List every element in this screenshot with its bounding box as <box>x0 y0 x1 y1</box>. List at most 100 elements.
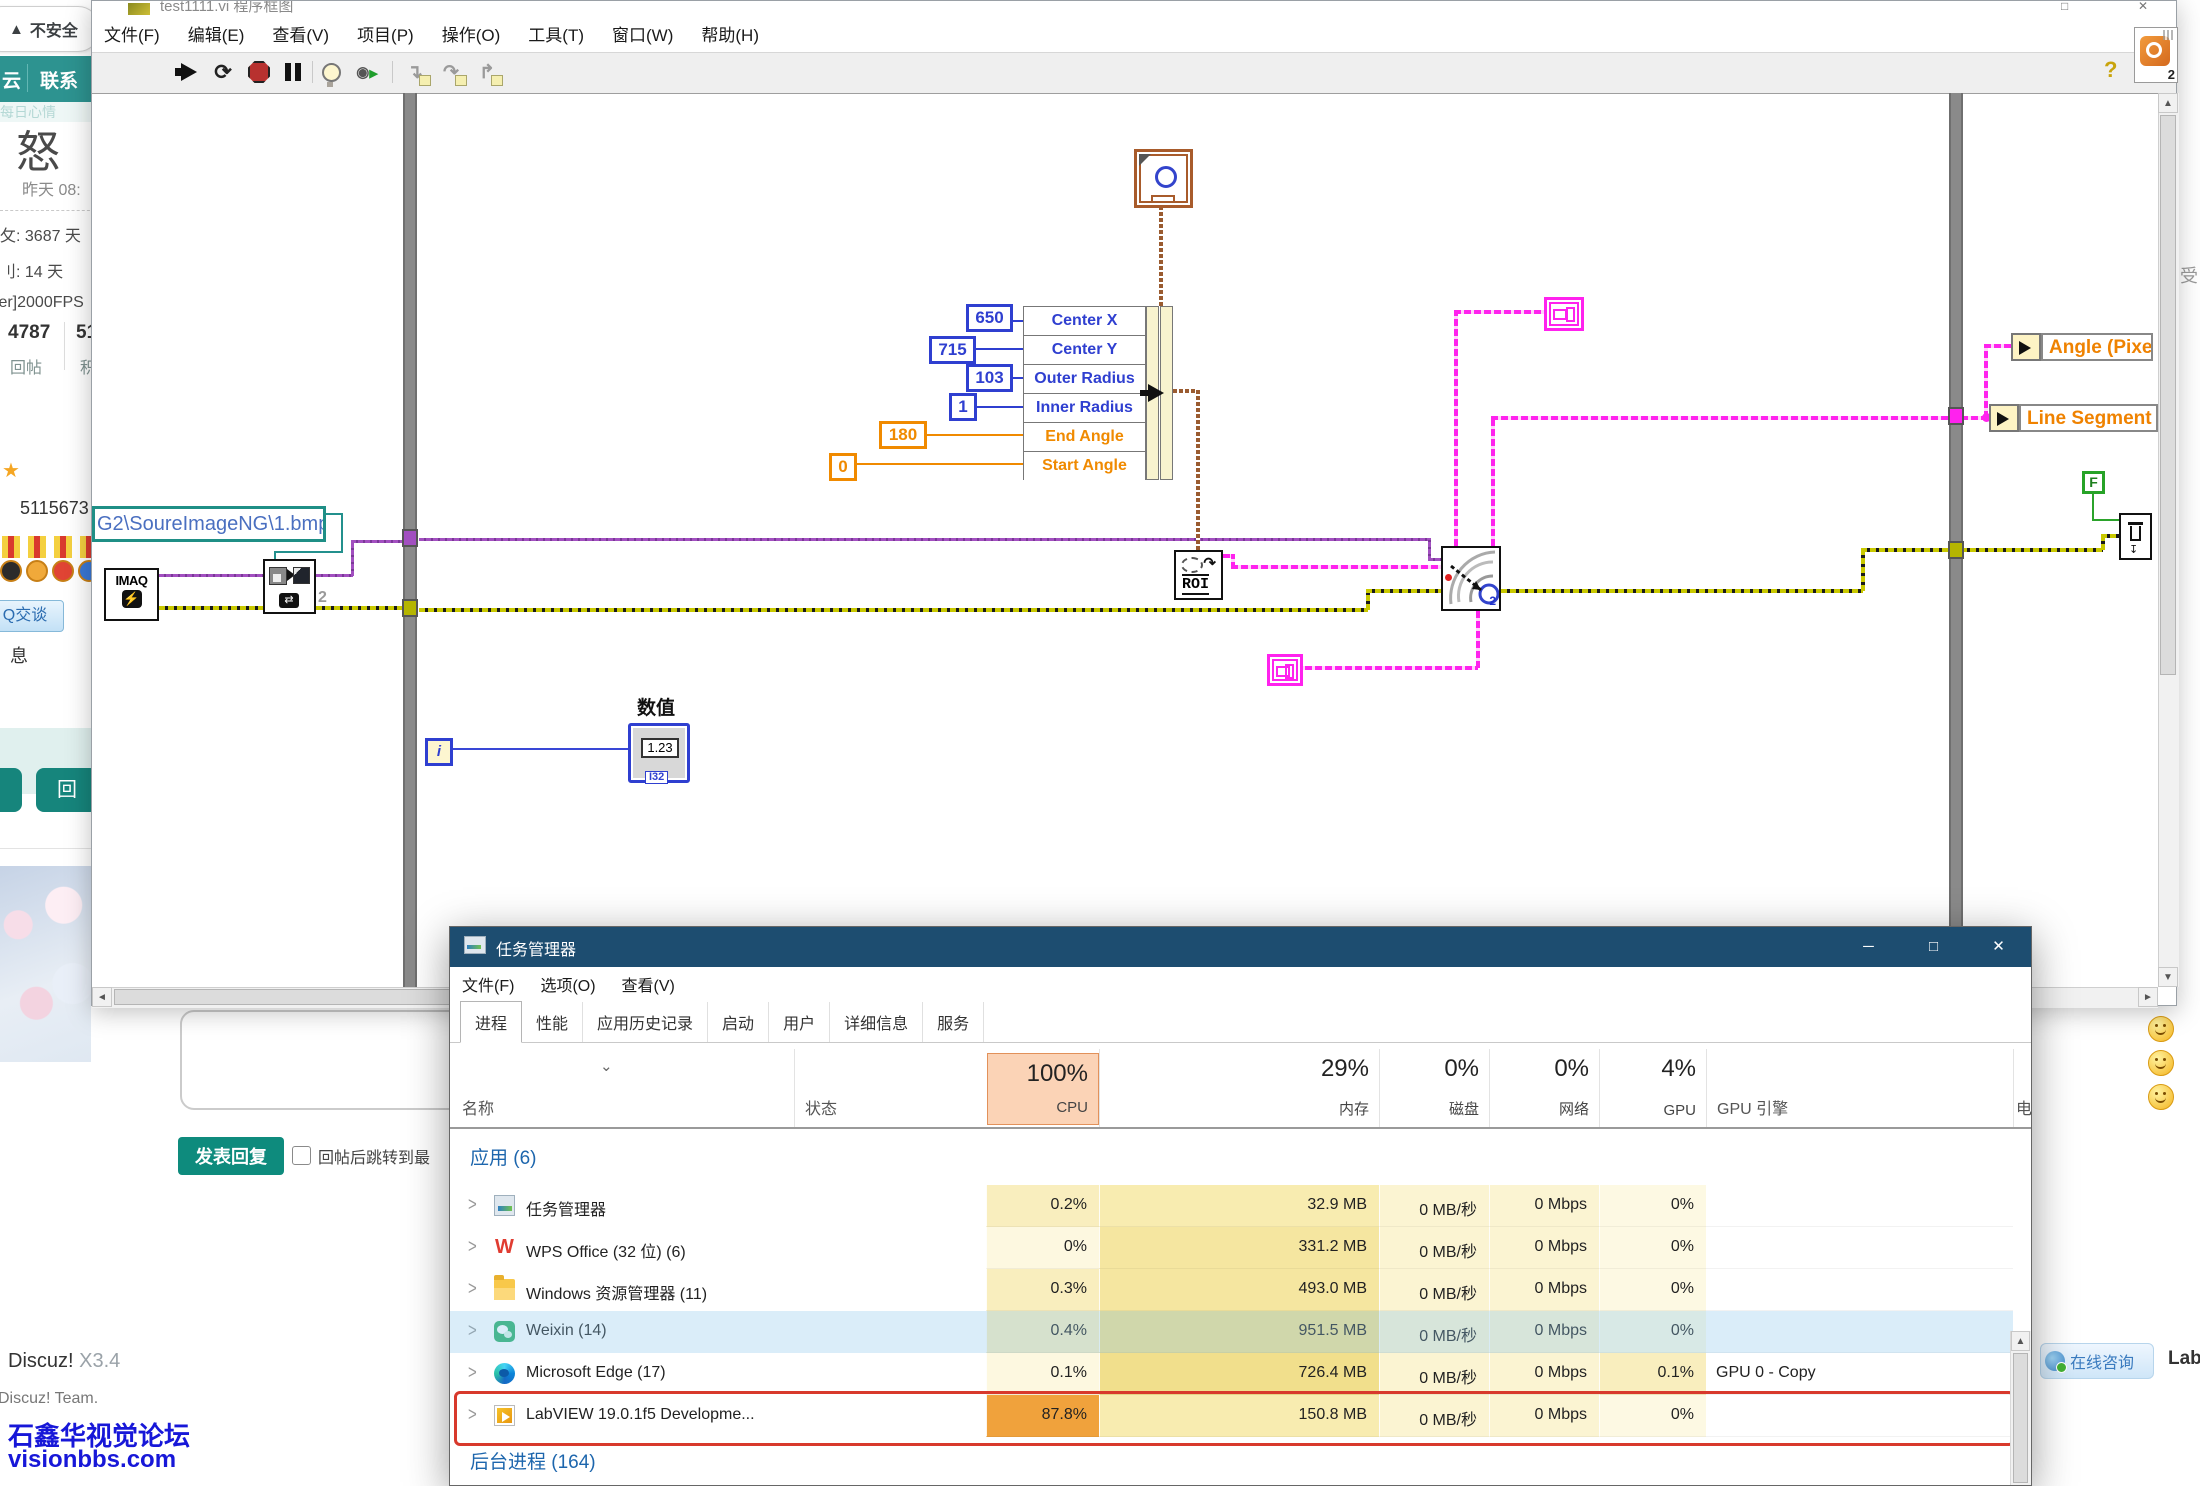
column-name[interactable]: 名称 <box>462 1095 494 1119</box>
retain-wire-values-button[interactable]: ◉▶ <box>354 59 380 85</box>
site-url-link[interactable]: visionbbs.com <box>8 1446 176 1474</box>
tab-服务[interactable]: 服务 <box>923 1002 984 1042</box>
help-icon[interactable]: ? <box>2104 57 2117 83</box>
run-button[interactable] <box>176 59 202 85</box>
numeric-indicator[interactable]: 1.23 I32 <box>628 723 690 783</box>
smiley-icon[interactable] <box>2148 1050 2174 1076</box>
scroll-up-button[interactable]: ▲ <box>2011 1331 2030 1351</box>
post-reply-button[interactable]: 发表回复 <box>178 1137 284 1175</box>
roi-constant[interactable] <box>1544 297 1584 331</box>
column-power-box[interactable]: 电 <box>2013 1049 2033 1127</box>
expand-chevron-icon[interactable]: > <box>468 1361 477 1383</box>
column-disk-box[interactable]: 0% 磁盘 <box>1379 1049 1489 1127</box>
smiley-icon[interactable] <box>2148 1016 2174 1042</box>
column-memory-box[interactable]: 29% 内存 <box>1099 1049 1379 1127</box>
loop-iteration-terminal[interactable]: i <box>425 738 453 766</box>
tab-用户[interactable]: 用户 <box>769 1002 830 1042</box>
numeric-constant[interactable]: 715 <box>929 336 976 364</box>
message-link[interactable]: 息 <box>10 642 28 668</box>
jump-after-reply-checkbox[interactable] <box>292 1146 311 1165</box>
vertical-scroll-thumb[interactable] <box>2160 115 2176 675</box>
angle-indicator[interactable]: Angle (Pixel) <box>2041 333 2153 361</box>
connector-pane-icon[interactable]: 2 <box>2134 27 2178 83</box>
roi-constant[interactable] <box>1267 654 1303 686</box>
labview-menu-item[interactable]: 文件(F) <box>104 21 160 46</box>
column-gpu-engine-box[interactable]: GPU 引擎 <box>1706 1049 2013 1127</box>
task-manager-menu-item[interactable]: 查看(V) <box>622 972 675 996</box>
process-row[interactable]: >WWPS Office (32 位) (6)0%331.2 MB0 MB/秒0… <box>450 1227 2013 1269</box>
line-segment-indicator[interactable]: Line Segment (P <box>2019 404 2158 432</box>
scroll-down-button[interactable]: ▼ <box>2158 967 2178 987</box>
nav-item-left[interactable]: 云 <box>2 66 21 93</box>
labview-menu-item[interactable]: 编辑(E) <box>188 21 245 46</box>
task-manager-menu-item[interactable]: 文件(F) <box>462 972 514 996</box>
imaq-create-node[interactable]: IMAQ ⚡ <box>104 568 159 621</box>
process-row[interactable]: >LabVIEW 19.0.1f5 Developme...87.8%150.8… <box>450 1395 2013 1437</box>
column-network-box[interactable]: 0% 网络 <box>1489 1049 1599 1127</box>
scroll-thumb[interactable] <box>2013 1353 2028 1483</box>
close-button[interactable]: ✕ <box>1966 927 2031 967</box>
process-row[interactable]: >Weixin (14)0.4%951.5 MB0 MB/秒0 Mbps0% <box>450 1311 2013 1353</box>
boolean-false-constant[interactable]: F <box>2082 471 2105 494</box>
numeric-constant[interactable]: 103 <box>966 364 1013 392</box>
step-over-button[interactable]: ↷ <box>438 59 464 85</box>
annulus-roi-constant[interactable] <box>1134 149 1193 208</box>
forum-button-left[interactable] <box>0 768 22 812</box>
labview-title-bar[interactable]: test1111.vi 程序框图 □ ✕ <box>92 1 2176 15</box>
online-consult-badge[interactable]: 在线咨询 <box>2040 1343 2154 1379</box>
numeric-constant[interactable]: 0 <box>829 453 857 481</box>
tab-应用历史记录[interactable]: 应用历史记录 <box>583 1002 708 1042</box>
nav-item-contact[interactable]: 联系 <box>40 66 78 93</box>
pause-button[interactable] <box>280 59 306 85</box>
numeric-constant[interactable]: 1 <box>949 393 977 421</box>
minimize-button[interactable]: ─ <box>1836 927 1901 967</box>
scroll-left-button[interactable]: ◄ <box>92 987 112 1007</box>
group-heading-apps[interactable]: 应用 (6) <box>470 1143 537 1170</box>
structure-right-edge[interactable] <box>1949 93 1963 987</box>
task-manager-scrollbar[interactable]: ▲ <box>2010 1331 2031 1485</box>
imaq-dispose-node[interactable]: ↧ <box>2119 513 2152 560</box>
labview-menu-item[interactable]: 项目(P) <box>357 21 414 46</box>
tab-启动[interactable]: 启动 <box>708 1002 769 1042</box>
abort-button[interactable] <box>246 59 272 85</box>
close-button[interactable]: ✕ <box>2138 1 2148 13</box>
labview-menu-item[interactable]: 查看(V) <box>272 21 329 46</box>
run-continuous-button[interactable]: ⟳ <box>210 59 236 85</box>
numeric-constant[interactable]: 650 <box>966 304 1013 332</box>
smiley-icon[interactable] <box>2148 1084 2174 1110</box>
imaq-readfile-node[interactable]: ⇄ <box>263 559 316 614</box>
process-row[interactable]: >Windows 资源管理器 (11)0.3%493.0 MB0 MB/秒0 M… <box>450 1269 2013 1311</box>
labview-menu-item[interactable]: 工具(T) <box>528 21 584 46</box>
reply-button[interactable]: 回 <box>36 768 98 812</box>
step-out-button[interactable]: ↱ <box>474 59 500 85</box>
labview-menu-item[interactable]: 操作(O) <box>442 21 501 46</box>
imaq-find-circular-edge-node[interactable]: 2 <box>1441 546 1501 611</box>
labview-menu-item[interactable]: 帮助(H) <box>701 21 759 46</box>
expand-chevron-icon[interactable]: > <box>468 1235 477 1257</box>
column-status[interactable]: 状态 <box>805 1095 837 1119</box>
qq-chat-button[interactable]: Q交谈 <box>0 600 64 632</box>
tab-进程[interactable]: 进程 <box>460 1001 522 1043</box>
image-path-constant[interactable]: G2\SoureImageNG\1.bmp <box>92 506 326 542</box>
convert-to-roi-node[interactable]: ↷ ROI <box>1174 550 1223 600</box>
maximize-button[interactable]: □ <box>2061 1 2068 13</box>
expand-chevron-icon[interactable]: > <box>468 1193 477 1215</box>
task-manager-title-bar[interactable]: 任务管理器 ─ □ ✕ <box>450 927 2031 967</box>
column-gpu-box[interactable]: 4% GPU <box>1599 1049 1706 1127</box>
task-manager-menu-item[interactable]: 选项(O) <box>540 972 595 996</box>
step-into-button[interactable]: ↴ <box>402 59 428 85</box>
bundle-by-name-node[interactable]: Center XCenter YOuter RadiusInner Radius… <box>1023 306 1146 480</box>
tab-性能[interactable]: 性能 <box>522 1002 583 1042</box>
numeric-constant[interactable]: 180 <box>879 421 927 449</box>
process-row[interactable]: >任务管理器0.2%32.9 MB0 MB/秒0 Mbps0% <box>450 1185 2013 1227</box>
reply-count-label[interactable]: 回帖 <box>10 354 42 378</box>
scroll-right-button[interactable]: ► <box>2138 987 2158 1007</box>
highlight-execution-button[interactable] <box>318 59 344 85</box>
tab-详细信息[interactable]: 详细信息 <box>830 1002 923 1042</box>
expand-chevron-icon[interactable]: > <box>468 1277 477 1299</box>
column-cpu-box[interactable]: 100% CPU <box>987 1053 1099 1125</box>
address-bar-security-chip[interactable]: ▲ 不安全 <box>0 6 100 52</box>
group-heading-background[interactable]: 后台进程 (164) <box>470 1447 596 1474</box>
scroll-up-button[interactable]: ▲ <box>2158 93 2178 113</box>
labview-menu-item[interactable]: 窗口(W) <box>612 21 673 46</box>
